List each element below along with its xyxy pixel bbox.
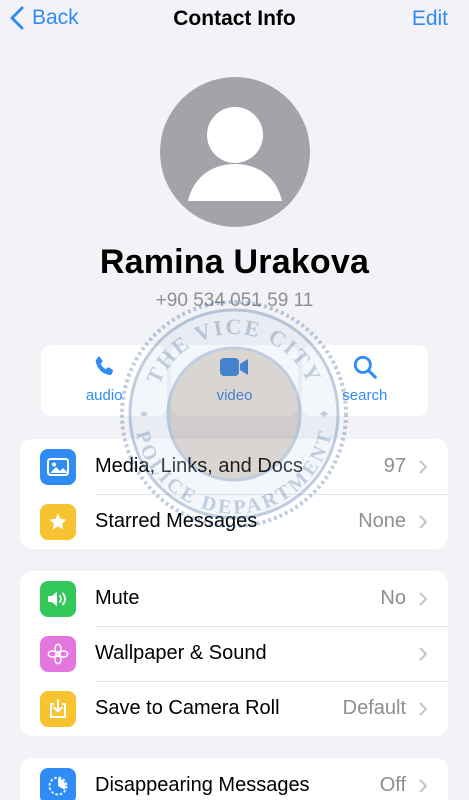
media-group: Media, Links, and Docs 97 Starred Messag… — [20, 439, 448, 549]
row-value: Default — [342, 697, 406, 719]
navigation-bar: Back Contact Info Edit — [0, 0, 469, 40]
chevron-right-icon — [419, 647, 428, 660]
video-call-button[interactable]: video — [171, 345, 298, 416]
row-label: Mute — [95, 587, 140, 609]
edit-button[interactable]: Edit — [412, 7, 448, 31]
row-label: Disappearing Messages — [95, 774, 310, 796]
chevron-right-icon — [419, 515, 428, 528]
audio-label: audio — [85, 387, 123, 404]
row-value: Off — [379, 774, 406, 796]
video-label: video — [216, 387, 253, 404]
row-label: Starred Messages — [95, 510, 258, 532]
row-label: Save to Camera Roll — [95, 697, 280, 719]
disappearing-messages-row[interactable]: Disappearing Messages Off — [20, 758, 448, 800]
contact-phone[interactable]: +90 534 051 59 11 — [0, 290, 469, 312]
audio-call-button[interactable]: audio — [41, 345, 168, 416]
search-button[interactable]: search — [301, 345, 428, 416]
chevron-right-icon — [419, 592, 428, 605]
search-label: search — [342, 387, 388, 404]
privacy-group: Disappearing Messages Off — [20, 758, 448, 800]
row-label: Wallpaper & Sound — [95, 642, 267, 664]
download-icon — [40, 690, 76, 727]
chevron-right-icon — [419, 460, 428, 473]
video-camera-icon — [219, 353, 249, 381]
row-value: No — [380, 587, 406, 609]
speaker-icon — [40, 580, 76, 617]
row-value: None — [358, 510, 406, 532]
avatar[interactable] — [160, 77, 310, 227]
chevron-right-icon — [419, 702, 428, 715]
quick-actions: audio video search — [41, 345, 428, 416]
save-to-camera-roll-row[interactable]: Save to Camera Roll Default — [20, 681, 448, 736]
row-value: 97 — [383, 455, 406, 477]
search-icon — [352, 353, 378, 381]
settings-group: Mute No Wallpaper & Sound Save to Camera… — [20, 571, 448, 736]
media-links-docs-row[interactable]: Media, Links, and Docs 97 — [20, 439, 448, 494]
phone-icon — [91, 353, 117, 381]
chevron-right-icon — [419, 779, 428, 792]
timer-icon — [40, 767, 76, 800]
contact-name: Ramina Urakova — [99, 243, 370, 281]
mute-row[interactable]: Mute No — [20, 571, 448, 626]
flower-icon — [40, 635, 76, 672]
person-silhouette-icon — [188, 107, 282, 201]
wallpaper-sound-row[interactable]: Wallpaper & Sound — [20, 626, 448, 681]
page-title: Contact Info — [173, 7, 296, 30]
starred-messages-row[interactable]: Starred Messages None — [20, 494, 448, 549]
row-label: Media, Links, and Docs — [95, 455, 303, 477]
star-icon — [40, 503, 76, 540]
photo-icon — [40, 448, 76, 485]
